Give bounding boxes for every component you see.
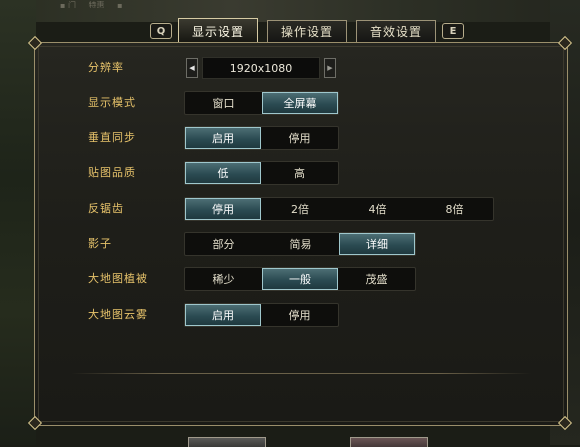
vsync-options: 启用 停用 [184,126,339,150]
confirm-button[interactable] [188,437,266,447]
map-clouds-option-on[interactable]: 启用 [185,304,261,326]
map-vegetation-option-lush[interactable]: 茂盛 [338,268,415,290]
texture-quality-options: 低 高 [184,161,339,185]
map-vegetation-option-sparse[interactable]: 稀少 [185,268,262,290]
cancel-button[interactable] [350,437,428,447]
next-tab-key-hint[interactable]: E [442,23,464,39]
display-mode-label: 显示模式 [88,96,136,109]
vsync-label: 垂直同步 [88,131,136,144]
texture-quality-option-low[interactable]: 低 [185,162,261,184]
antialiasing-label: 反锯齿 [88,202,124,215]
shadow-option-detailed[interactable]: 详细 [339,233,415,255]
antialiasing-option-8x[interactable]: 8倍 [416,198,493,220]
map-vegetation-label: 大地图植被 [88,272,148,285]
display-mode-option-window[interactable]: 窗口 [185,92,262,114]
resolution-next-button[interactable]: ▶ [324,58,336,78]
texture-quality-option-high[interactable]: 高 [261,162,338,184]
map-clouds-options: 启用 停用 [184,303,339,327]
shadow-option-partial[interactable]: 部分 [185,233,262,255]
map-vegetation-option-normal[interactable]: 一般 [262,268,338,290]
antialiasing-options: 停用 2倍 4倍 8倍 [184,197,494,221]
resolution-value: 1920x1080 [202,57,320,79]
display-mode-options: 窗口 全屏幕 [184,91,339,115]
tab-control-settings[interactable]: 操作设置 [267,20,347,42]
map-clouds-label: 大地图云雾 [88,308,148,321]
tab-sound-settings[interactable]: 音效设置 [356,20,436,42]
vsync-option-off[interactable]: 停用 [261,127,338,149]
antialiasing-option-4x[interactable]: 4倍 [339,198,416,220]
display-mode-option-fullscreen[interactable]: 全屏幕 [262,92,338,114]
antialiasing-option-2x[interactable]: 2倍 [261,198,339,220]
tab-display-settings[interactable]: 显示设置 [178,18,258,44]
resolution-prev-button[interactable]: ◀ [186,58,198,78]
prev-tab-key-hint[interactable]: Q [150,23,172,39]
shadow-label: 影子 [88,237,112,250]
resolution-label: 分辨率 [88,61,124,74]
map-vegetation-options: 稀少 一般 茂盛 [184,267,416,291]
map-clouds-option-off[interactable]: 停用 [261,304,338,326]
vsync-option-on[interactable]: 启用 [185,127,261,149]
panel-divider [71,373,531,374]
background-hud-text: ▪ 门 特惠 ▪ [60,1,123,8]
shadow-option-simple[interactable]: 简易 [262,233,339,255]
texture-quality-label: 贴图品质 [88,166,136,179]
shadow-options: 部分 简易 详细 [184,232,416,256]
antialiasing-option-off[interactable]: 停用 [185,198,261,220]
background-left-edge [0,0,36,445]
